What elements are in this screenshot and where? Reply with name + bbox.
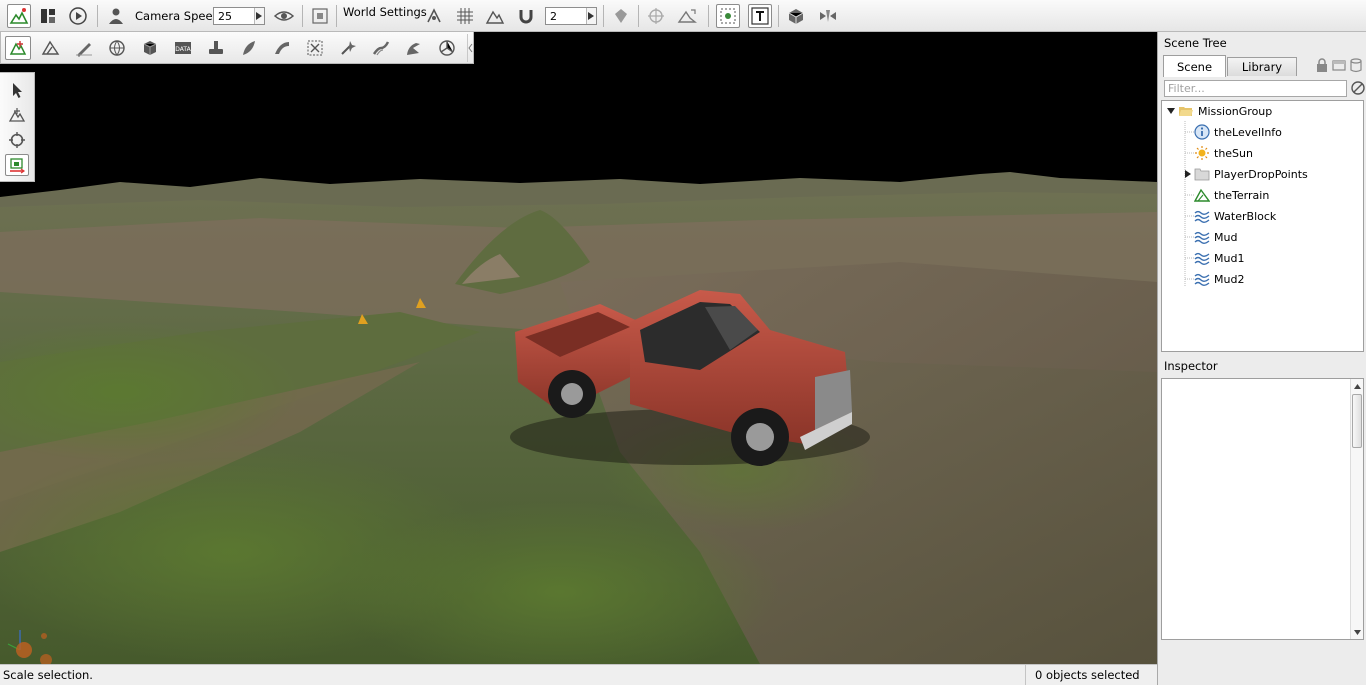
clear-filter-icon[interactable] [1350,80,1366,96]
collapse-missiongroup-icon[interactable] [1166,106,1176,116]
snap-size-arrow-icon[interactable] [585,8,596,24]
camera-speed-arrow-icon[interactable] [253,8,264,24]
scene-tree-view[interactable]: MissionGroup theLevelInfo theSun PlayerD… [1161,100,1364,352]
snap-size-input[interactable] [546,8,586,24]
visibility-eye-icon[interactable] [272,4,296,28]
road-editor-icon[interactable] [269,36,295,60]
tree-node-label: theSun [1214,146,1253,160]
text-labels-icon[interactable] [748,4,772,28]
new-group-icon[interactable] [1331,57,1347,73]
inspector-title: Inspector [1164,359,1218,373]
select-arrow-icon[interactable] [5,79,29,101]
tree-node-mud2[interactable]: Mud2 [1194,269,1244,289]
terrain-snap-icon[interactable] [483,4,507,28]
tree-node-label: WaterBlock [1214,209,1277,223]
move-gizmo-icon[interactable] [5,104,29,126]
object-editor-icon[interactable] [5,36,31,60]
svg-text:DATA: DATA [175,46,191,53]
scene-render [0,32,1157,664]
terrain-icon [1194,187,1210,203]
tree-node-label: Mud1 [1214,251,1245,265]
transform-world-icon[interactable] [675,4,699,28]
navmesh-editor-icon[interactable] [434,36,460,60]
selection-mode-icon[interactable] [716,4,740,28]
gizmo-toolbar [0,72,35,182]
particle-editor-icon[interactable] [335,36,361,60]
snap-object-icon[interactable] [422,4,446,28]
inspector-view[interactable] [1161,378,1364,640]
magnet-snap-icon[interactable] [514,4,538,28]
tab-scene[interactable]: Scene [1163,55,1226,77]
water-icon [1194,271,1210,287]
camera-user-icon[interactable] [104,4,128,28]
scene-tree-title: Scene Tree [1164,36,1227,50]
prefab-icon[interactable] [784,4,808,28]
grid-snap-icon[interactable] [453,4,477,28]
tree-node-label: Mud [1214,230,1238,244]
tree-node-mud[interactable]: Mud [1194,227,1237,247]
tree-node-thesun[interactable]: theSun [1194,143,1253,163]
water-icon [1194,208,1210,224]
rotate-gizmo-icon[interactable] [5,129,29,151]
open-folder-icon [1178,103,1194,119]
info-icon [1194,124,1210,140]
datablock-editor-icon[interactable]: DATA [170,36,196,60]
camera-speed-input[interactable] [214,8,254,24]
world-settings-label[interactable]: World Settings [343,5,427,19]
water-icon [1194,229,1210,245]
tree-node-waterblock[interactable]: WaterBlock [1194,206,1276,226]
tree-node-missiongroup[interactable]: MissionGroup [1178,101,1272,121]
filter-box[interactable] [1164,80,1347,97]
fit-view-icon[interactable] [308,4,332,28]
bounds-icon[interactable] [609,4,633,28]
camera-speed-label: Camera Speed [135,9,220,23]
expand-playerdroppoints-icon[interactable] [1183,169,1193,179]
mesh-editor-icon[interactable] [137,36,163,60]
main-toolbar: Camera Speed World Settings [0,0,1366,32]
material-editor-icon[interactable] [104,36,130,60]
water-icon [1194,250,1210,266]
terrain-editor-icon[interactable] [38,36,64,60]
river-editor-icon[interactable] [368,36,394,60]
camera-speed-field[interactable] [213,7,265,25]
inspector-scrollbar[interactable] [1350,379,1363,639]
tree-node-playerdroppoints[interactable]: PlayerDropPoints [1194,164,1308,184]
tree-node-theterrain[interactable]: theTerrain [1194,185,1269,205]
selection-count: 0 objects selected [1025,665,1158,685]
tab-library[interactable]: Library [1227,57,1297,76]
sketch-tool-icon[interactable] [302,36,328,60]
snap-size-field[interactable] [545,7,597,25]
object-center-icon[interactable] [644,4,668,28]
gui-editor-icon[interactable] [36,4,60,28]
decal-editor-icon[interactable] [236,36,262,60]
filter-input[interactable] [1165,81,1346,96]
side-panel: Scene Tree Scene Library MissionGroup th… [1157,32,1366,685]
scroll-thumb[interactable] [1352,394,1362,448]
tree-node-label: MissionGroup [1198,104,1273,118]
tree-node-mud1[interactable]: Mud1 [1194,248,1244,268]
tree-node-label: Mud2 [1214,272,1245,286]
terrain-painter-icon[interactable] [71,36,97,60]
scroll-up-icon[interactable] [1351,380,1363,392]
scroll-down-icon[interactable] [1351,626,1363,638]
tree-node-label: theLevelInfo [1214,125,1282,139]
3d-viewport[interactable] [0,32,1157,664]
scale-gizmo-icon[interactable] [5,154,29,176]
forest-editor-icon[interactable] [203,36,229,60]
palette-collapse-grip[interactable] [467,34,473,62]
sun-icon [1194,145,1210,161]
tree-node-label: PlayerDropPoints [1214,167,1308,181]
mesh-road-editor-icon[interactable] [401,36,427,60]
lock-icon[interactable] [1314,57,1330,73]
tool-palette: DATA [0,32,474,64]
unpack-prefab-icon[interactable] [816,4,840,28]
tree-node-label: theTerrain [1214,188,1270,202]
tree-node-thelevelinfo[interactable]: theLevelInfo [1194,122,1282,142]
play-game-icon[interactable] [66,4,90,28]
world-editor-icon[interactable] [7,4,31,28]
status-bar: Scale selection. 0 objects selected [0,664,1158,685]
folder-icon [1194,166,1210,182]
delete-bin-icon[interactable] [1348,57,1364,73]
status-message: Scale selection. [3,668,93,682]
